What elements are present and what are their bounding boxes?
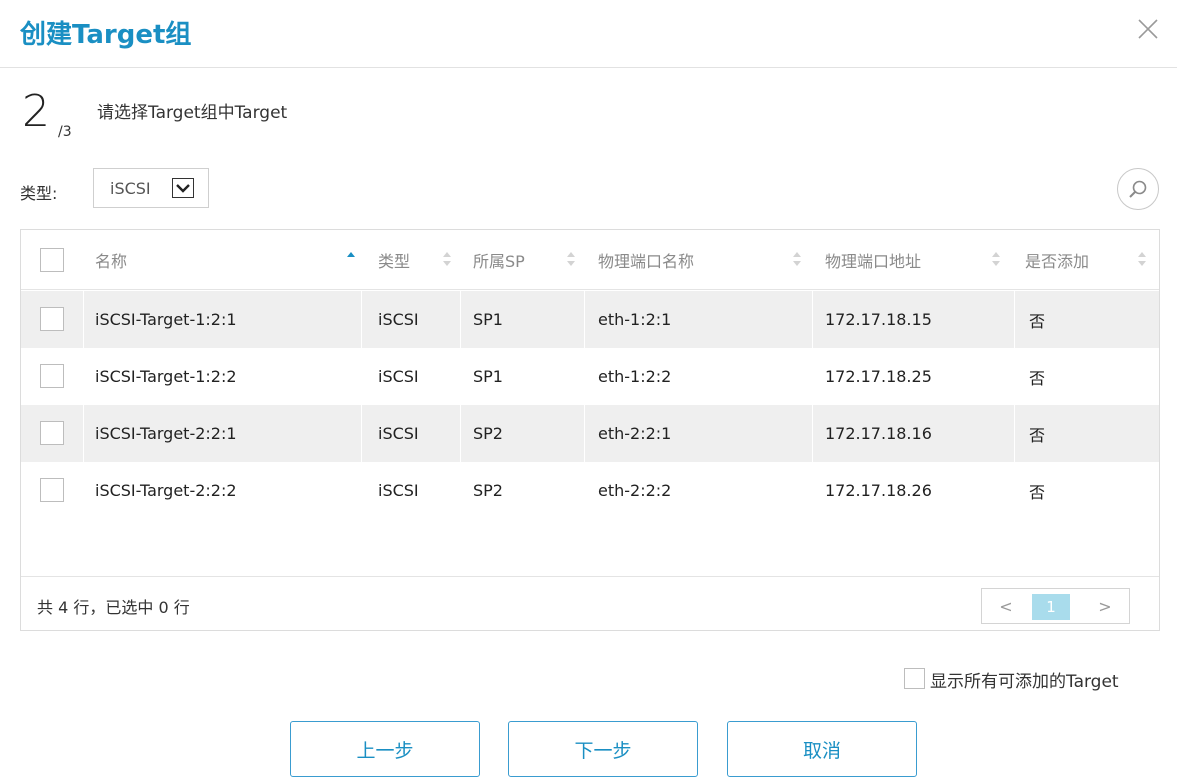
type-select-value: iSCSI [110,179,151,198]
dialog-header: 创建Target组 [0,0,1177,68]
cell-name: iSCSI-Target-2:2:2 [95,481,237,500]
search-icon [1129,180,1147,198]
row-checkbox[interactable] [40,421,64,445]
dialog-title: 创建Target组 [20,20,192,50]
column-header-port-name[interactable]: 物理端口名称 [598,230,694,289]
cell-name: iSCSI-Target-1:2:1 [95,310,237,329]
cell-sp: SP2 [473,481,503,500]
column-header-added[interactable]: 是否添加 [1025,230,1089,289]
column-header-sp[interactable]: 所属SP [473,230,525,289]
next-page-button[interactable]: > [1081,589,1129,623]
search-button[interactable] [1117,168,1159,210]
cell-port-addr: 172.17.18.26 [825,481,932,500]
table-footer: 共 4 行，已选中 0 行 < 1 > [21,576,1159,630]
cell-port-addr: 172.17.18.16 [825,424,932,443]
cell-added: 否 [1029,311,1046,331]
cell-port-name: eth-1:2:1 [598,310,672,329]
close-icon[interactable] [1135,16,1161,42]
sort-icon[interactable] [1137,250,1147,268]
row-count-status: 共 4 行，已选中 0 行 [37,598,190,617]
sort-icon[interactable] [792,250,802,268]
cell-sp: SP1 [473,310,503,329]
sort-icon[interactable] [442,250,452,268]
type-select[interactable]: iSCSI [93,168,209,208]
cell-port-addr: 172.17.18.15 [825,310,932,329]
row-checkbox[interactable] [40,307,64,331]
step-current: 2 [22,86,50,137]
previous-step-button[interactable]: 上一步 [290,721,480,777]
cell-added: 否 [1029,368,1046,388]
sort-asc-icon[interactable] [346,250,356,268]
next-step-button[interactable]: 下一步 [508,721,698,777]
table-row[interactable]: iSCSI-Target-1:2:1 iSCSI SP1 eth-1:2:1 1… [21,291,1159,348]
sort-icon[interactable] [991,250,1001,268]
pagination: < 1 > [981,588,1130,624]
cell-name: iSCSI-Target-2:2:1 [95,424,237,443]
cell-added: 否 [1029,425,1046,445]
cell-port-name: eth-2:2:1 [598,424,672,443]
sort-icon[interactable] [566,250,576,268]
cell-port-name: eth-1:2:2 [598,367,672,386]
table-row[interactable]: iSCSI-Target-1:2:2 iSCSI SP1 eth-1:2:2 1… [21,348,1159,405]
type-filter-label: 类型: [20,184,58,203]
cell-type: iSCSI [378,310,419,329]
show-all-targets-checkbox[interactable] [904,668,925,689]
cell-port-name: eth-2:2:2 [598,481,672,500]
cell-type: iSCSI [378,367,419,386]
row-checkbox[interactable] [40,364,64,388]
cell-type: iSCSI [378,424,419,443]
show-all-targets-label: 显示所有可添加的Target [930,672,1119,692]
step-description: 请选择Target组中Target [97,103,288,123]
cell-sp: SP2 [473,424,503,443]
table-row[interactable]: iSCSI-Target-2:2:1 iSCSI SP2 eth-2:2:1 1… [21,405,1159,462]
cancel-button[interactable]: 取消 [727,721,917,777]
table-header: 名称 类型 所属SP 物理端口名称 物理端口地址 是否添加 [21,230,1159,290]
cell-name: iSCSI-Target-1:2:2 [95,367,237,386]
cell-added: 否 [1029,482,1046,502]
select-all-checkbox[interactable] [40,248,64,272]
cell-port-addr: 172.17.18.25 [825,367,932,386]
target-table: 名称 类型 所属SP 物理端口名称 物理端口地址 是否添加 iSCSI-Targ… [20,229,1160,631]
step-total: /3 [58,124,72,140]
cell-sp: SP1 [473,367,503,386]
chevron-down-icon[interactable] [172,178,194,198]
column-header-name[interactable]: 名称 [95,230,127,289]
column-header-port-addr[interactable]: 物理端口地址 [825,230,921,289]
table-row[interactable]: iSCSI-Target-2:2:2 iSCSI SP2 eth-2:2:2 1… [21,462,1159,519]
prev-page-button[interactable]: < [982,589,1030,623]
column-header-type[interactable]: 类型 [378,230,410,289]
cell-type: iSCSI [378,481,419,500]
page-number-current[interactable]: 1 [1032,594,1070,620]
row-checkbox[interactable] [40,478,64,502]
